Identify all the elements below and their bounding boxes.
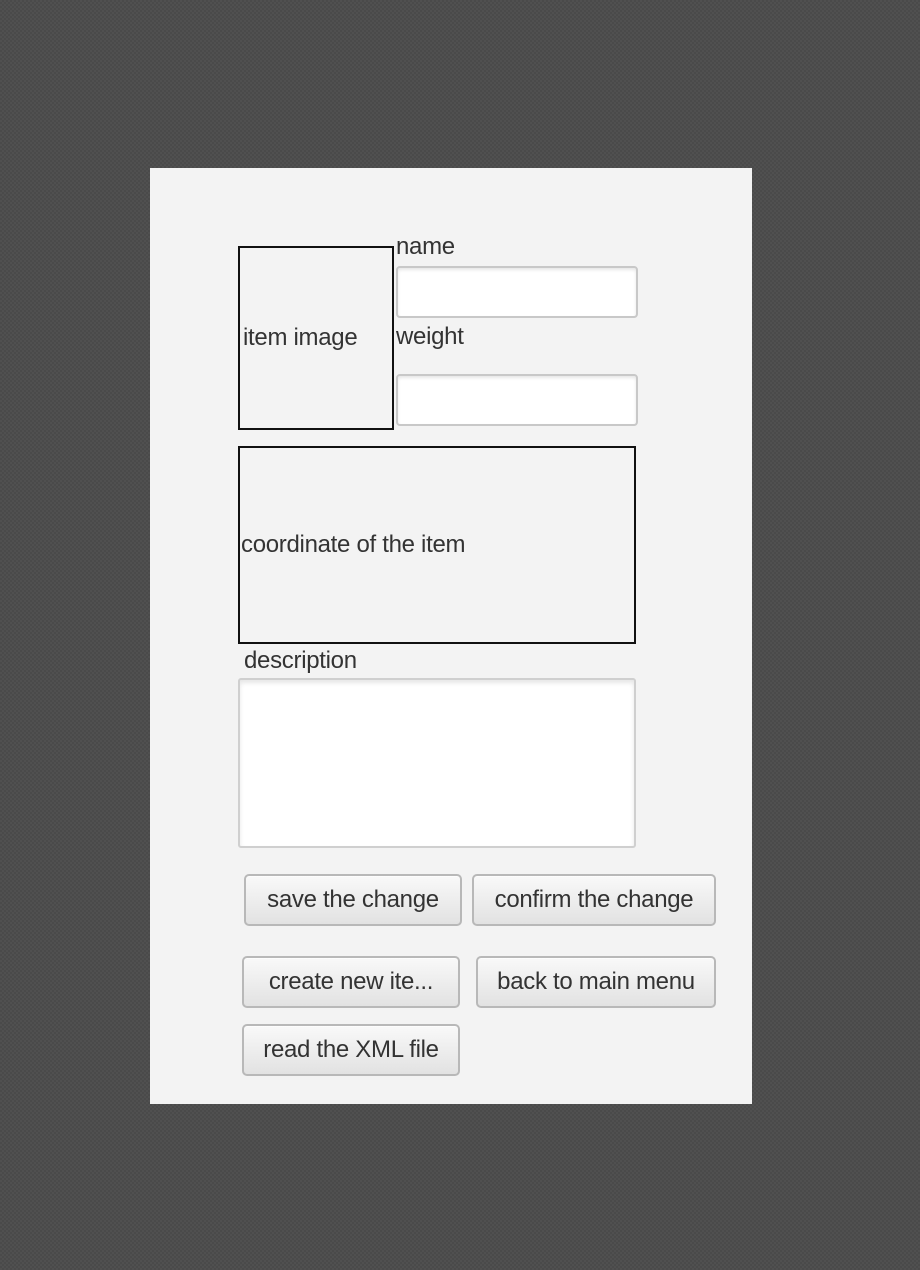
create-new-item-button[interactable]: create new ite... bbox=[242, 956, 460, 1008]
item-image-label: item image bbox=[243, 324, 358, 351]
read-xml-file-button[interactable]: read the XML file bbox=[242, 1024, 460, 1076]
save-change-button[interactable]: save the change bbox=[244, 874, 462, 926]
weight-label: weight bbox=[396, 323, 464, 350]
coordinate-label: coordinate of the item bbox=[241, 531, 466, 558]
name-label: name bbox=[396, 233, 455, 260]
back-to-main-menu-button[interactable]: back to main menu bbox=[476, 956, 716, 1008]
coordinate-box: coordinate of the item bbox=[238, 446, 636, 644]
name-input[interactable] bbox=[396, 266, 638, 318]
description-label: description bbox=[244, 647, 357, 674]
item-editor-window: item image name weight coordinate of the… bbox=[150, 168, 752, 1104]
description-textarea[interactable] bbox=[238, 678, 636, 848]
item-image-placeholder: item image bbox=[238, 246, 394, 430]
confirm-change-button[interactable]: confirm the change bbox=[472, 874, 716, 926]
weight-input[interactable] bbox=[396, 374, 638, 426]
